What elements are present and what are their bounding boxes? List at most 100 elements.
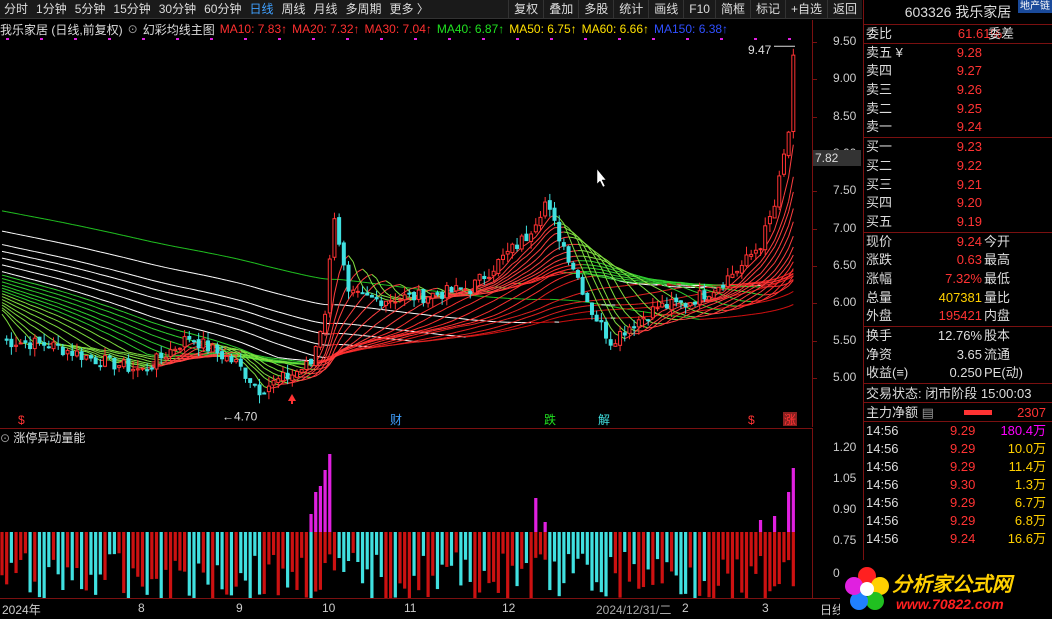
ma-segment	[29, 304, 35, 308]
order-book-row[interactable]: 卖一 9.24	[864, 118, 1052, 137]
settings-icon[interactable]: ⊙	[128, 22, 138, 36]
event-marker[interactable]: 解	[598, 413, 610, 426]
ma-segment	[184, 295, 190, 298]
period-tab[interactable]: 周线	[277, 0, 309, 19]
ma-segment	[484, 333, 490, 335]
event-marker[interactable]: 涨	[784, 412, 796, 426]
event-marker[interactable]: $	[18, 413, 25, 426]
toolbar-button[interactable]: 标记	[749, 0, 785, 19]
period-tab[interactable]: 60分钟	[200, 0, 245, 19]
order-book-row[interactable]: 买二 9.22	[864, 157, 1052, 176]
toolbar-button[interactable]: 统计	[613, 0, 648, 19]
ma-segment	[732, 300, 738, 305]
volume-bar	[351, 532, 355, 553]
toolbar-button[interactable]: 返回	[826, 0, 862, 19]
ma-segment	[114, 350, 120, 353]
ma-segment	[629, 285, 635, 292]
candlestick-chart[interactable]: 9.47←4.70$ 财跌解 $ 涨	[0, 38, 812, 426]
candle-body	[159, 352, 164, 359]
ma-segment	[81, 292, 87, 296]
ma-segment	[521, 250, 527, 256]
toolbar-button[interactable]: 叠加	[543, 0, 578, 19]
settings-icon[interactable]: ⊙	[0, 431, 10, 445]
period-tab[interactable]: 月线	[310, 0, 342, 19]
event-marker[interactable]: 财	[390, 413, 402, 426]
chart-title[interactable]: 我乐家居 (日线,前复权)	[0, 21, 123, 38]
main-flow-row[interactable]: 主力净额 ▤ 2307	[864, 403, 1052, 423]
menu-icon[interactable]: ▤	[922, 405, 934, 420]
tick-mark	[813, 266, 817, 267]
order-book-row[interactable]: 卖四 9.27	[864, 62, 1052, 81]
ma-segment	[526, 287, 532, 291]
toolbar-button[interactable]: F10	[683, 0, 715, 19]
toolbar-button[interactable]: 多股	[578, 0, 613, 19]
period-tab[interactable]: 分时	[0, 0, 32, 19]
ma-segment	[769, 229, 776, 240]
ma-segment	[704, 314, 710, 317]
toolbar-button[interactable]: 复权	[508, 0, 543, 19]
volume-bar	[19, 532, 23, 560]
ma-segment	[15, 302, 21, 306]
order-book-row[interactable]: 买四 9.20	[864, 194, 1052, 213]
ma-segment	[774, 254, 780, 264]
period-tab[interactable]: 更多 〉	[386, 0, 433, 19]
toolbar-button[interactable]: 简框	[714, 0, 750, 19]
ma-segment	[385, 284, 391, 287]
ma-segment	[67, 244, 73, 247]
ma-segment	[76, 295, 82, 299]
order-book-row[interactable]: 卖五 ¥9.28	[864, 44, 1052, 63]
ma-segment	[460, 323, 466, 326]
ma-segment	[189, 349, 195, 354]
event-marker[interactable]: 跌	[544, 412, 556, 426]
volume-chart[interactable]	[0, 428, 812, 598]
ma-segment	[516, 300, 523, 305]
ma-segment	[479, 296, 485, 300]
ma-segment	[535, 266, 541, 271]
period-tab[interactable]: 多周期	[342, 0, 386, 19]
ma-segment	[240, 329, 246, 333]
toolbar-button[interactable]: 画线	[648, 0, 683, 19]
ma-segment	[540, 316, 546, 319]
order-book-row[interactable]: 买五 9.19	[864, 213, 1052, 232]
order-book-row[interactable]: 买三 9.21	[864, 176, 1052, 195]
order-book-row[interactable]: 卖二 9.25	[864, 100, 1052, 119]
ma-segment	[20, 283, 26, 286]
candle-body	[646, 319, 651, 322]
volume-panel-title[interactable]: 涨停异动量能	[13, 431, 85, 445]
ma-segment	[123, 311, 129, 315]
order-book-row[interactable]: 买一 9.23	[864, 138, 1052, 157]
period-tab[interactable]: 日线	[245, 0, 277, 19]
volume-bar	[637, 532, 641, 589]
indicator-name[interactable]: 幻彩均线主图	[143, 21, 215, 38]
candle-body	[163, 356, 168, 360]
period-tab[interactable]: 15分钟	[109, 0, 154, 19]
ma-segment	[118, 295, 124, 299]
ma-segment	[722, 301, 729, 305]
ma-segment	[521, 261, 527, 267]
period-tab[interactable]: 5分钟	[71, 0, 110, 19]
ma-segment	[460, 329, 466, 332]
ma-segment	[264, 265, 270, 268]
order-book-row[interactable]: 卖三 9.26	[864, 81, 1052, 100]
ma-segment	[352, 329, 359, 335]
ma-segment	[680, 291, 686, 296]
tick-list[interactable]: 14:56 9.29 180.4万 14:56 9.29 10.0万 14:56 9.29 11…	[864, 422, 1052, 548]
period-tab[interactable]: 1分钟	[32, 0, 71, 19]
ma-segment	[516, 292, 523, 297]
sector-tag[interactable]: 地产链	[1018, 0, 1052, 13]
ma-segment	[170, 327, 176, 331]
ma-segment	[498, 311, 504, 315]
ma-segment	[193, 327, 199, 331]
ma-segment	[704, 309, 710, 314]
period-tab[interactable]: 30分钟	[155, 0, 200, 19]
marker-dot	[618, 38, 621, 40]
candle-body	[182, 336, 187, 348]
low-label: ←4.70	[222, 409, 258, 423]
toolbar-button[interactable]: +自选	[784, 0, 827, 19]
ma-segment	[95, 301, 101, 305]
candle-body	[547, 200, 552, 210]
ma-segment	[53, 318, 59, 322]
event-marker[interactable]: $	[748, 413, 755, 426]
ma-segment	[20, 290, 26, 294]
ma-segment	[20, 268, 26, 272]
